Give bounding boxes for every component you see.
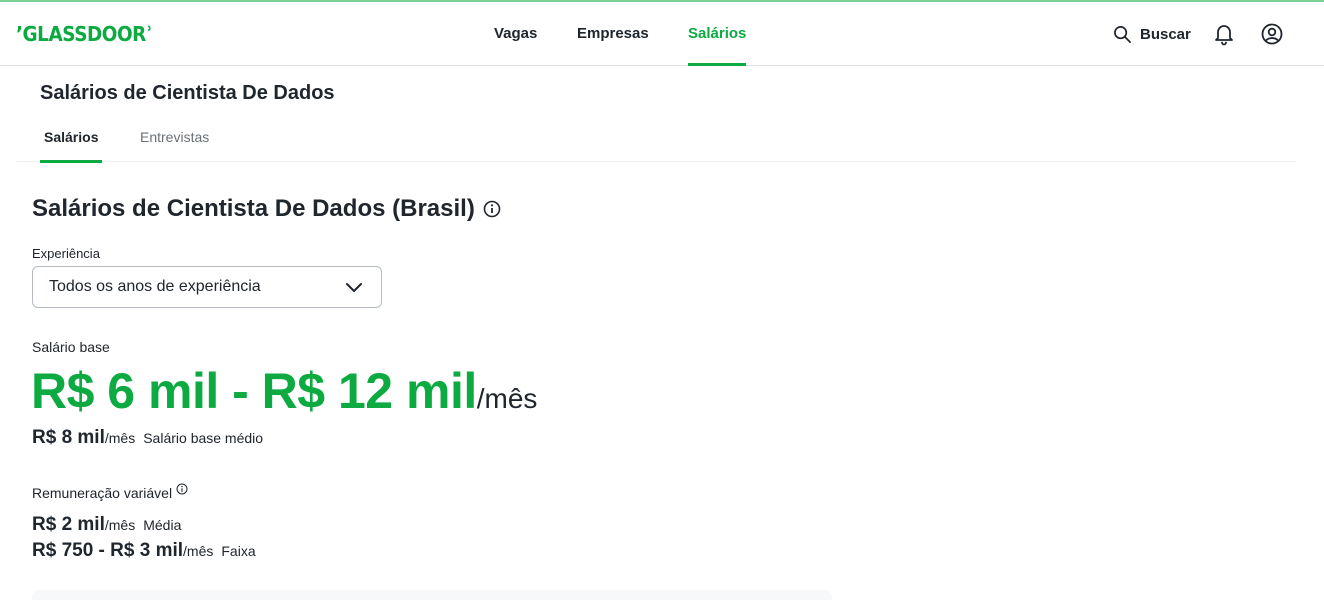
glassdoor-logo[interactable]: ’ GLASSDOOR ʾ <box>16 20 153 48</box>
search-label: Buscar <box>1140 25 1191 43</box>
logo-wordmark: GLASSDOOR <box>22 22 147 46</box>
variable-pay-average-value: R$ 2 mil <box>32 514 105 535</box>
page-title: Salários de Cientista De Dados <box>40 82 335 104</box>
info-icon[interactable] <box>483 200 501 218</box>
base-salary-period: /mês <box>476 383 538 414</box>
base-salary-label: Salário base <box>32 339 110 355</box>
bell-icon[interactable] <box>1213 22 1235 46</box>
variable-pay-label-text: Remuneração variável <box>32 485 173 501</box>
median-base-salary: R$ 8 mil /mês Salário base médio <box>32 427 263 449</box>
chevron-down-icon <box>346 283 362 292</box>
base-salary-range: R$ 6 mil - R$ 12 mil /mês <box>31 362 537 420</box>
salary-section-title: Salários de Cientista De Dados (Brasil) <box>32 195 501 223</box>
nav-vagas[interactable]: Vagas <box>494 2 537 65</box>
variable-pay-range-desc: Faixa <box>221 543 256 559</box>
experience-select[interactable]: Todos os anos de experiência <box>32 266 382 308</box>
tab-entrevistas[interactable]: Entrevistas <box>140 112 209 162</box>
median-base-salary-period: /mês <box>104 430 136 446</box>
median-base-salary-value: R$ 8 mil <box>32 427 105 448</box>
search-button[interactable]: Buscar <box>1113 22 1191 46</box>
experience-select-value: Todos os anos de experiência <box>49 278 261 295</box>
logo-quote-close: ʾ <box>145 22 153 46</box>
nav-salarios[interactable]: Salários <box>688 2 747 66</box>
variable-pay-average-desc: Média <box>143 517 182 533</box>
user-icon[interactable] <box>1261 23 1283 45</box>
page-tabs: Salários Entrevistas <box>16 112 1296 163</box>
base-salary-range-value: R$ 6 mil - R$ 12 mil <box>31 363 477 419</box>
top-navigation-bar: ’ GLASSDOOR ʾ Vagas Empresas Salários Busc… <box>0 2 1324 66</box>
variable-pay-range-value: R$ 750 - R$ 3 mil <box>32 540 184 561</box>
tab-salarios[interactable]: Salários <box>40 112 103 163</box>
median-base-salary-desc: Salário base médio <box>143 430 264 446</box>
variable-pay-average-period: /mês <box>104 517 136 533</box>
search-icon <box>1114 25 1131 43</box>
variable-pay-range-period: /mês <box>183 543 214 559</box>
nav-empresas[interactable]: Empresas <box>577 2 649 65</box>
salary-details-card <box>32 590 832 600</box>
experience-label: Experiência <box>32 246 100 261</box>
variable-pay-label: Remuneração variável <box>32 483 188 501</box>
variable-pay-average: R$ 2 mil /mês Média <box>32 514 181 536</box>
info-icon[interactable] <box>176 483 188 495</box>
salary-section-title-text: Salários de Cientista De Dados (Brasil) <box>32 195 475 222</box>
variable-pay-range: R$ 750 - R$ 3 mil /mês Faixa <box>32 540 256 562</box>
